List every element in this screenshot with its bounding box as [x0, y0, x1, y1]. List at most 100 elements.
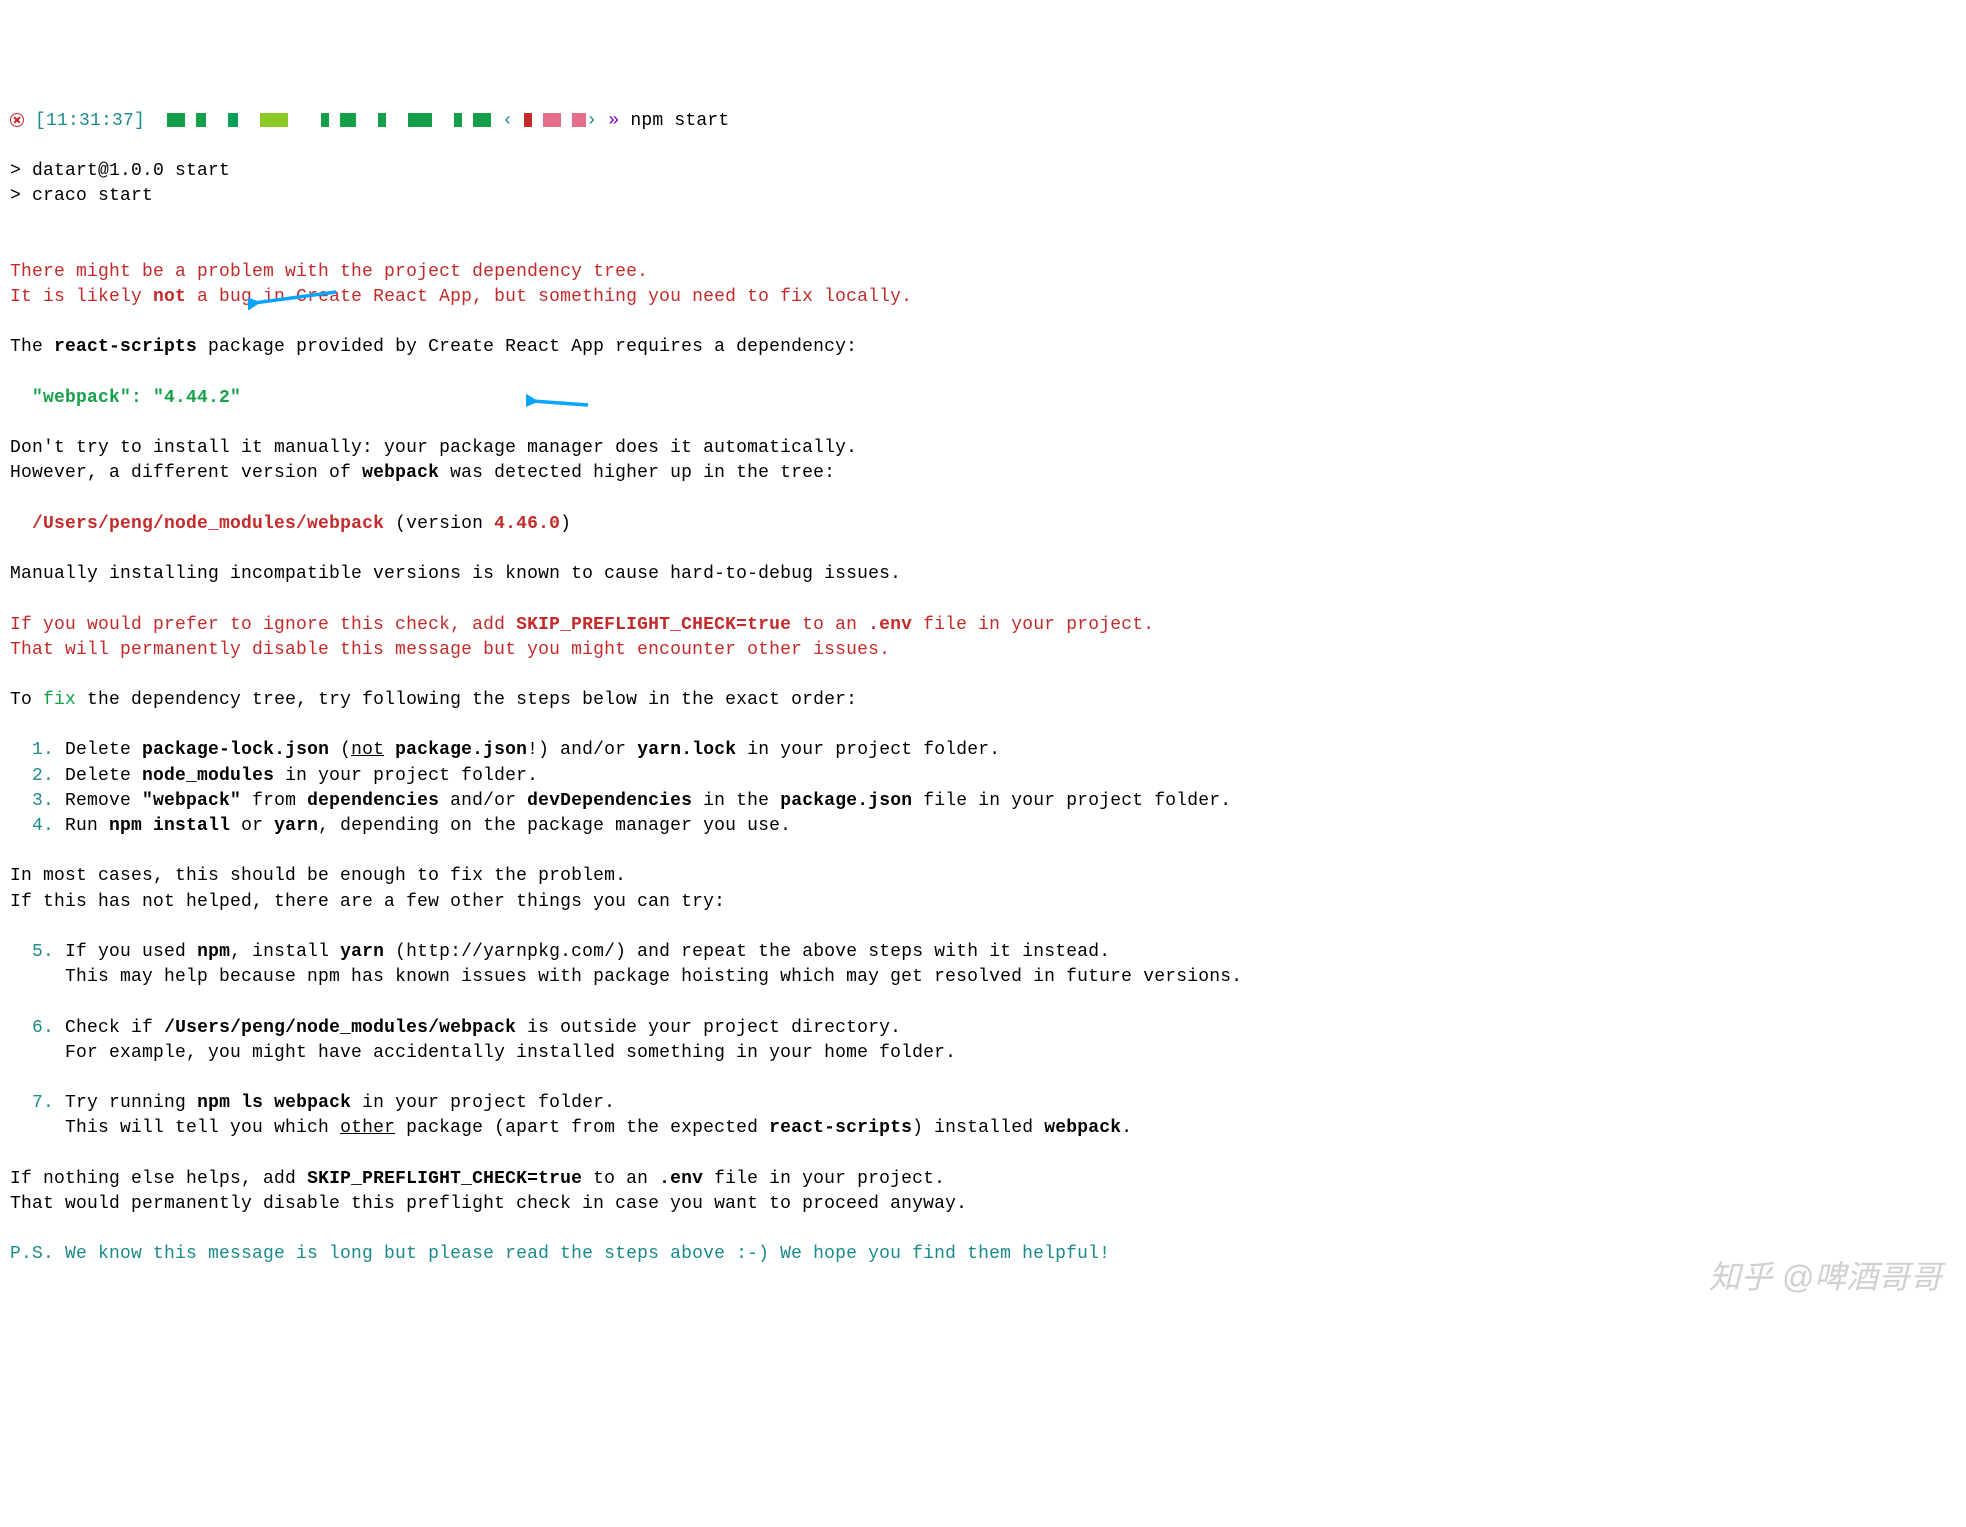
step-number-1: 1.: [32, 740, 54, 760]
found-version: 4.46.0: [494, 514, 560, 534]
step-1g: !) and/or: [527, 740, 637, 760]
step-3a: Remove: [54, 791, 142, 811]
step-4d: yarn: [274, 816, 318, 836]
step-1i: in your project folder.: [736, 740, 1000, 760]
fix-intro-a: To: [10, 690, 43, 710]
skip-line-1e: file in your project.: [912, 615, 1154, 635]
step-3c: from: [241, 791, 307, 811]
step-1h: yarn.lock: [637, 740, 736, 760]
prompt-sep-right: ›: [586, 111, 597, 131]
step-2a: Delete: [54, 766, 142, 786]
step-1b: package-lock.json: [142, 740, 329, 760]
step-7-line2g: .: [1121, 1118, 1132, 1138]
step-5a: If you used: [54, 942, 197, 962]
step-6b: /Users/peng/node_modules/webpack: [164, 1018, 516, 1038]
step-7-line2e: ) installed: [912, 1118, 1044, 1138]
warning-not: not: [153, 287, 186, 307]
step-7-line2c: package (apart from the expected: [395, 1118, 769, 1138]
command-text: npm start: [630, 111, 729, 131]
step-7-other: other: [340, 1118, 395, 1138]
warning-line-1: There might be a problem with the projec…: [10, 262, 648, 282]
skip-line-1c: to an: [791, 615, 868, 635]
step-4b: npm install: [109, 816, 230, 836]
step-number-4: 4.: [32, 816, 54, 836]
step-6a: Check if: [54, 1018, 164, 1038]
require-line-c: package provided by Create React App req…: [197, 337, 857, 357]
step-7-rs: react-scripts: [769, 1118, 912, 1138]
step-2b: node_modules: [142, 766, 274, 786]
step-5e: (http://yarnpkg.com/) and repeat the abo…: [384, 942, 1110, 962]
step-4a: Run: [54, 816, 109, 836]
found-mid: (version: [384, 514, 494, 534]
step-3i: file in your project folder.: [912, 791, 1231, 811]
skip-env: .env: [868, 615, 912, 635]
step-3d: dependencies: [307, 791, 439, 811]
found-end: ): [560, 514, 571, 534]
step-5b: npm: [197, 942, 230, 962]
step-7c: in your project folder.: [351, 1093, 615, 1113]
annotation-arrow-icon: [526, 393, 590, 411]
fix-intro-c: the dependency tree, try following the s…: [76, 690, 857, 710]
skip-line-1a: If you would prefer to ignore this check…: [10, 615, 516, 635]
fix-word: fix: [43, 690, 76, 710]
step-number-7: 7.: [32, 1093, 54, 1113]
step-7-line2a: This will tell you which: [10, 1118, 340, 1138]
prompt-sep-left: ‹: [502, 111, 513, 131]
step-1f: package.json: [395, 740, 527, 760]
nothing-flag: SKIP_PREFLIGHT_CHECK=true: [307, 1169, 582, 1189]
nothing-2: That would permanently disable this pref…: [10, 1194, 967, 1214]
dont-line-2a: However, a different version of: [10, 463, 362, 483]
step-5d: yarn: [340, 942, 384, 962]
step-number-2: 2.: [32, 766, 54, 786]
run-line-2: > craco start: [10, 186, 153, 206]
terminal-output: [11:31:37] ‹ › » npm start > datart@1.0.…: [10, 84, 1956, 1369]
webpack-label: webpack: [362, 463, 439, 483]
most-cases-2: If this has not helped, there are a few …: [10, 892, 725, 912]
prompt-time: [11:31:37]: [35, 111, 145, 131]
step-6c: is outside your project directory.: [516, 1018, 901, 1038]
required-dependency: "webpack": "4.44.2": [32, 388, 241, 408]
nothing-1e: file in your project.: [703, 1169, 945, 1189]
step-2c: in your project folder.: [274, 766, 538, 786]
step-5-line2: This may help because npm has known issu…: [10, 967, 1242, 987]
error-icon: [10, 113, 24, 127]
step-3h: package.json: [780, 791, 912, 811]
most-cases-1: In most cases, this should be enough to …: [10, 866, 626, 886]
warning-line-2c: a bug in Create React App, but something…: [186, 287, 912, 307]
manual-warning: Manually installing incompatible version…: [10, 564, 901, 584]
step-3f: devDependencies: [527, 791, 692, 811]
step-1a: Delete: [54, 740, 142, 760]
step-6-line2: For example, you might have accidentally…: [10, 1043, 956, 1063]
skip-line-2: That will permanently disable this messa…: [10, 640, 890, 660]
ps-line: P.S. We know this message is long but pl…: [10, 1244, 1110, 1264]
run-line-1: > datart@1.0.0 start: [10, 161, 230, 181]
step-number-6: 6.: [32, 1018, 54, 1038]
step-1d: not: [351, 740, 384, 760]
require-line-a: The: [10, 337, 54, 357]
step-4e: , depending on the package manager you u…: [318, 816, 791, 836]
step-3b: "webpack": [142, 791, 241, 811]
step-number-5: 5.: [32, 942, 54, 962]
step-1c: (: [329, 740, 351, 760]
step-7b: npm ls webpack: [197, 1093, 351, 1113]
dont-line-2c: was detected higher up in the tree:: [439, 463, 835, 483]
nothing-1a: If nothing else helps, add: [10, 1169, 307, 1189]
step-1e: [384, 740, 395, 760]
step-7-wp: webpack: [1044, 1118, 1121, 1138]
prompt-arrow: »: [608, 111, 619, 131]
nothing-env: .env: [659, 1169, 703, 1189]
nothing-1c: to an: [582, 1169, 659, 1189]
step-4c: or: [230, 816, 274, 836]
react-scripts-label: react-scripts: [54, 337, 197, 357]
skip-flag: SKIP_PREFLIGHT_CHECK=true: [516, 615, 791, 635]
step-number-3: 3.: [32, 791, 54, 811]
redacted-branch: [524, 111, 586, 131]
dont-line-1: Don't try to install it manually: your p…: [10, 438, 857, 458]
redacted-blocks: [167, 111, 491, 131]
step-3e: and/or: [439, 791, 527, 811]
step-5c: , install: [230, 942, 340, 962]
step-7a: Try running: [54, 1093, 197, 1113]
step-3g: in the: [692, 791, 780, 811]
warning-line-2a: It is likely: [10, 287, 153, 307]
found-path: /Users/peng/node_modules/webpack: [32, 514, 384, 534]
